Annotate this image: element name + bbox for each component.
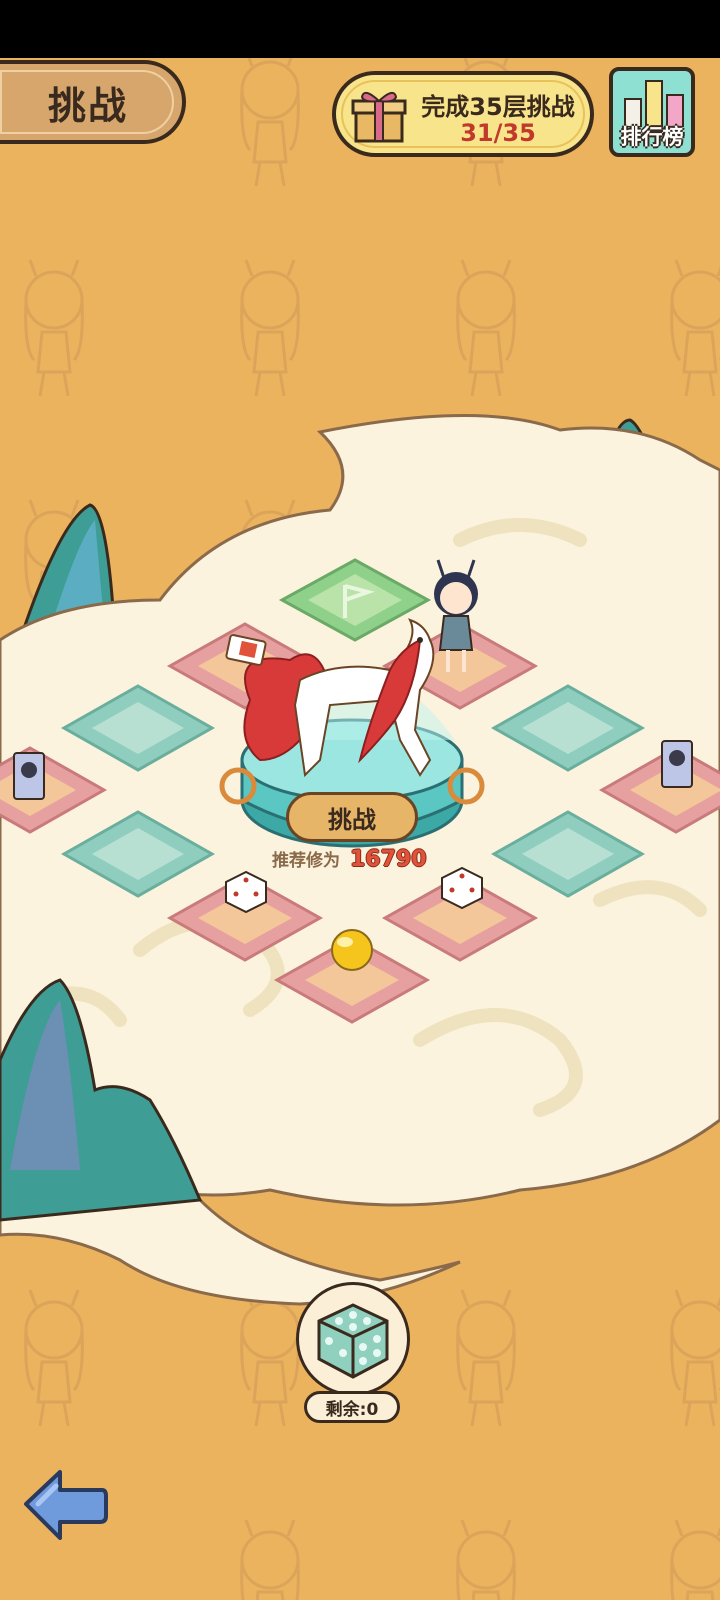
portrait-card-right[interactable] <box>661 740 693 788</box>
leaderboard-label: 排行榜 <box>620 125 684 149</box>
dice-remaining-label: 剩余:0 <box>325 1399 379 1420</box>
recommended-power: 推荐修为 16790 <box>272 846 452 876</box>
back-arrow-icon[interactable] <box>20 1466 110 1544</box>
page-title-plaque: 挑战 <box>0 60 186 144</box>
roll-dice-button[interactable] <box>296 1282 410 1396</box>
page-title: 挑战 <box>47 83 128 128</box>
recommended-power-value: 16790 <box>350 847 427 872</box>
progress-title: 完成35层挑战 <box>421 93 575 121</box>
bar-chart-icon <box>624 80 684 127</box>
challenge-button[interactable]: 挑战 <box>286 792 418 842</box>
challenge-button-label: 挑战 <box>328 805 376 834</box>
recommended-power-label: 推荐修为 <box>272 851 340 871</box>
dice-item-left[interactable] <box>225 870 267 914</box>
dice-remaining-count: 剩余:0 <box>304 1391 400 1423</box>
gift-box-icon <box>351 91 407 143</box>
portrait-card-left[interactable] <box>13 752 45 800</box>
gold-orb-item[interactable] <box>331 929 373 971</box>
challenge-progress-banner[interactable]: 完成35层挑战 31/35 <box>332 71 594 157</box>
progress-count: 31/35 <box>460 119 536 147</box>
dice-icon <box>317 1303 389 1379</box>
leaderboard-button[interactable]: 排行榜 <box>609 67 695 157</box>
